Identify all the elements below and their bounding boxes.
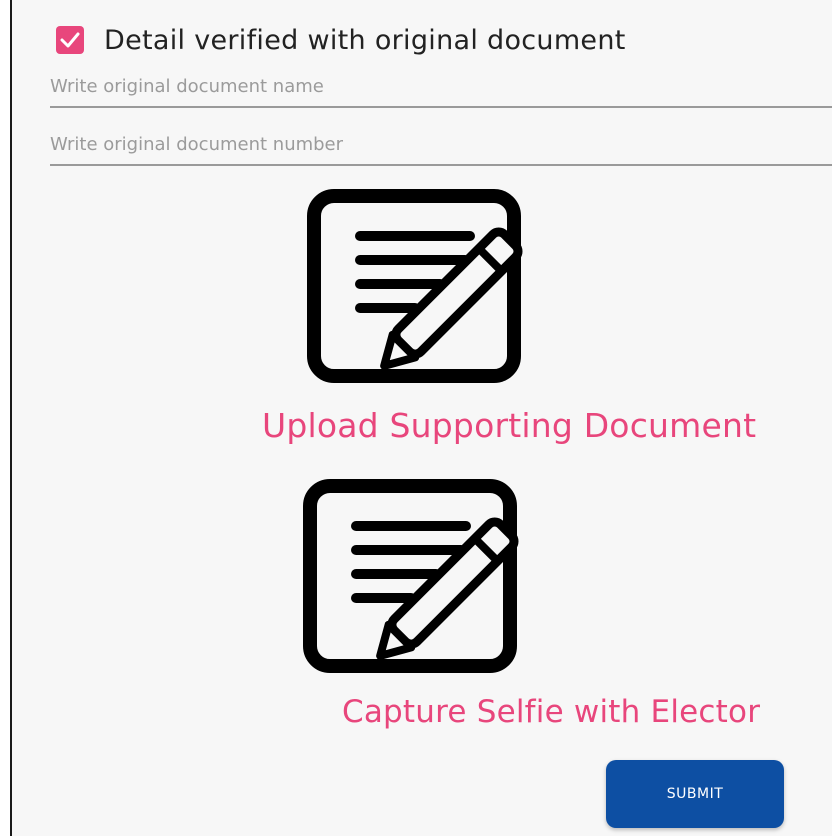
capture-selfie-link[interactable]: Capture Selfie with Elector — [342, 694, 760, 730]
left-border — [0, 0, 12, 836]
document-edit-icon[interactable] — [296, 478, 576, 678]
document-number-field[interactable] — [50, 124, 832, 166]
verification-screen: Detail verified with original document U… — [12, 0, 832, 836]
verified-checkbox[interactable] — [56, 26, 84, 54]
submit-button[interactable]: SUBMIT — [606, 760, 784, 828]
verified-checkbox-row[interactable]: Detail verified with original document — [56, 22, 626, 58]
checkmark-icon — [60, 32, 80, 48]
upload-document-link[interactable]: Upload Supporting Document — [262, 406, 756, 445]
document-name-field[interactable] — [50, 66, 832, 108]
document-number-input[interactable] — [50, 124, 832, 164]
document-name-input[interactable] — [50, 66, 832, 106]
verified-checkbox-label: Detail verified with original document — [104, 24, 626, 56]
document-edit-icon[interactable] — [300, 188, 580, 388]
